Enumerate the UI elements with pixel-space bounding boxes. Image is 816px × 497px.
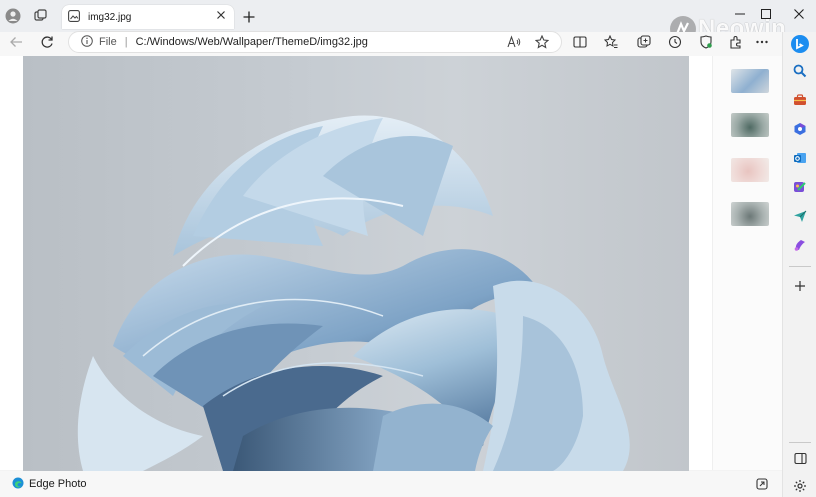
outlook-icon[interactable]: [792, 150, 808, 166]
hide-sidebar-icon[interactable]: [792, 450, 808, 466]
url-text[interactable]: C:/Windows/Web/Wallpaper/ThemeD/img32.jp…: [136, 36, 368, 48]
fullscreen-icon[interactable]: [756, 478, 768, 493]
window-close-icon[interactable]: [787, 2, 811, 26]
address-divider: |: [124, 36, 128, 48]
scheme-label: File: [99, 36, 117, 48]
minimize-icon[interactable]: [728, 2, 752, 26]
favorites-icon[interactable]: [599, 30, 623, 54]
status-label: Edge Photo: [29, 478, 87, 490]
designer-icon[interactable]: [792, 179, 808, 195]
more-options-icon[interactable]: [750, 30, 774, 54]
add-sidebar-app-icon[interactable]: [792, 278, 808, 294]
thumbnail-panel: [712, 56, 782, 470]
profile-icon[interactable]: [1, 4, 25, 28]
tools-icon[interactable]: [792, 92, 808, 108]
thumb-pink-bloom[interactable]: [731, 158, 769, 182]
split-screen-icon[interactable]: [568, 30, 592, 54]
tab-title: img32.jpg: [88, 11, 132, 23]
collections-icon[interactable]: [632, 30, 656, 54]
history-icon[interactable]: [663, 30, 687, 54]
refresh-icon[interactable]: [35, 30, 59, 54]
browser-essentials-icon[interactable]: [694, 30, 718, 54]
new-tab-icon[interactable]: [237, 5, 261, 29]
sidebar-divider-bottom: [789, 442, 811, 443]
maximize-icon[interactable]: [754, 2, 778, 26]
abstract-bloom-artwork: [77, 115, 630, 471]
read-aloud-icon[interactable]: [507, 35, 521, 52]
sidebar-divider: [789, 266, 811, 267]
thumb-blue-bloom[interactable]: [731, 69, 769, 93]
extensions-icon[interactable]: [724, 30, 748, 54]
tab-img32[interactable]: img32.jpg: [62, 5, 234, 29]
address-bar[interactable]: File | C:/Windows/Web/Wallpaper/ThemeD/i…: [68, 31, 562, 53]
thumb-grey-swirl[interactable]: [731, 113, 769, 137]
drop-icon[interactable]: [792, 237, 808, 253]
send-icon[interactable]: [792, 208, 808, 224]
back-icon[interactable]: [4, 30, 28, 54]
search-icon[interactable]: [792, 63, 808, 79]
bing-copilot-icon[interactable]: [790, 34, 810, 54]
image-file-icon: [68, 9, 80, 25]
edge-logo-icon: [12, 477, 24, 492]
favorite-star-icon[interactable]: [534, 34, 550, 52]
status-bar: Edge Photo: [0, 471, 782, 497]
edge-sidebar: [782, 32, 816, 497]
settings-gear-icon[interactable]: [792, 478, 808, 494]
thumb-grey-waves[interactable]: [731, 202, 769, 226]
wallpaper-image: [23, 56, 689, 471]
workspaces-icon[interactable]: [29, 4, 53, 28]
title-bar: img32.jpg Neowin: [0, 0, 816, 42]
close-tab-icon[interactable]: [216, 9, 226, 23]
info-icon[interactable]: [81, 34, 93, 50]
games-icon[interactable]: [792, 121, 808, 137]
